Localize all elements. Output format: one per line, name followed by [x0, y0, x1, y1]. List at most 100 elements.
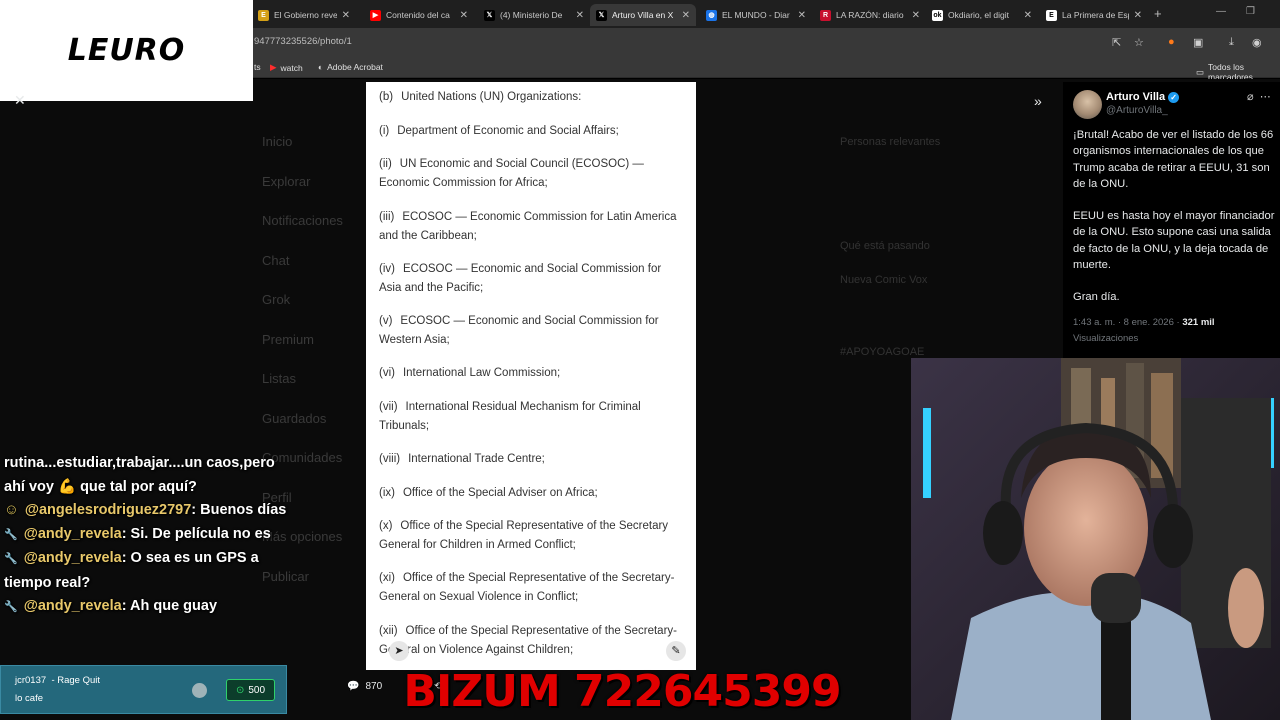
- close-tab-icon[interactable]: ✕: [576, 10, 584, 21]
- chat-message: 🔧 @andy_revela: O sea es un GPS a tiempo …: [4, 547, 294, 595]
- background-nav-item: Premium: [262, 331, 315, 347]
- item-text: United Nations (UN) Organizations:: [401, 91, 582, 103]
- chat-text: rutina...estudiar,trabajar....un caos,pe…: [4, 455, 275, 495]
- close-tab-icon[interactable]: ✕: [342, 10, 350, 21]
- item-text: ECOSOC — Economic Commission for Latin A…: [379, 211, 677, 242]
- tweet-photo[interactable]: (b) United Nations (UN) Organizations: (i)…: [366, 82, 696, 670]
- live-chat: rutina...estudiar,trabajar....un caos,pe…: [4, 452, 294, 620]
- bookmark-item[interactable]: ts: [254, 62, 261, 72]
- browser-tab[interactable]: R LA RAZÓN: diario ✕: [814, 4, 926, 26]
- grok-icon[interactable]: ⌀: [1247, 91, 1254, 103]
- tab-title: Contenido del ca: [386, 10, 450, 20]
- close-tab-icon[interactable]: ✕: [798, 10, 806, 21]
- tab-favicon-icon: ◍: [706, 9, 717, 21]
- item-text: International Law Commission;: [402, 367, 561, 379]
- browser-tab[interactable]: ▶ Contenido del ca ✕: [364, 4, 474, 26]
- logo-text: LEURO: [67, 33, 186, 68]
- close-tab-icon[interactable]: ✕: [912, 10, 920, 21]
- chat-badge-icon: ☺: [4, 502, 19, 518]
- chat-message: 🔧 @andy_revela: Si. De película no es: [4, 523, 294, 548]
- close-tab-icon[interactable]: ✕: [1134, 10, 1142, 21]
- points-badge: ⊙ 500: [226, 679, 275, 701]
- extension-icon[interactable]: ●: [1168, 36, 1175, 48]
- background-nav-item: Notificaciones: [262, 213, 343, 228]
- maximize-icon[interactable]: ❐: [1246, 6, 1255, 17]
- author-name[interactable]: Arturo Villa ✓: [1106, 91, 1180, 103]
- tweet-meta: 1:43 a. m. · 8 ene. 2026 · 321 mil: [1073, 317, 1215, 328]
- tab-favicon-icon: E: [258, 9, 269, 21]
- install-app-icon[interactable]: ⇱: [1112, 36, 1121, 49]
- webcam-feed: [911, 358, 1280, 720]
- extensions-puzzle-icon[interactable]: ▣: [1193, 36, 1203, 49]
- item-number: (x): [379, 520, 393, 532]
- background-nav-item: Inicio: [262, 134, 293, 149]
- expand-panel-icon[interactable]: »: [1034, 93, 1042, 109]
- chat-message: 🔧 @andy_revela: Ah que guay: [4, 595, 294, 620]
- browser-tab[interactable]: 𝕏 (4) Ministerio De ✕: [478, 4, 590, 26]
- browser-tab[interactable]: ok Okdiario, el digit ✕: [926, 4, 1038, 26]
- item-number: (xi): [379, 572, 395, 584]
- item-text: UN Economic and Social Council (ECOSOC) …: [379, 158, 644, 189]
- browser-tab[interactable]: ◍ EL MUNDO - Diar ✕: [700, 4, 812, 26]
- grok-edit-icon[interactable]: ✎: [666, 641, 686, 661]
- item-number: (vii): [379, 401, 398, 413]
- tweet-text: ¡Brutal! Acabo de ver el listado de los …: [1073, 127, 1277, 322]
- views-label: Visualizaciones: [1073, 333, 1139, 344]
- background-sidebar-text: Qué está pasando: [840, 240, 930, 252]
- chat-message: rutina...estudiar,trabajar....un caos,pe…: [4, 452, 294, 499]
- minimize-icon[interactable]: —: [1216, 6, 1226, 17]
- close-tab-icon[interactable]: ✕: [460, 10, 468, 21]
- document-list-item: (x) Office of the Special Representative …: [379, 517, 679, 554]
- item-number: (i): [379, 125, 390, 137]
- redeem-message: lo cafe: [15, 693, 43, 704]
- document-list-item: (vii) International Residual Mechanism fo…: [379, 398, 679, 435]
- more-options-icon[interactable]: ⋯: [1260, 91, 1271, 103]
- item-number: (v): [379, 315, 393, 327]
- webcam-image: [911, 358, 1280, 720]
- close-tab-icon[interactable]: ✕: [682, 10, 690, 21]
- document-list-item: (iii) ECOSOC — Economic Commission for La…: [379, 208, 679, 245]
- bookmark-watch[interactable]: ▶ watch: [270, 62, 303, 73]
- item-text: Office of the Special Representative of …: [379, 625, 677, 656]
- reply-count[interactable]: 💬 870: [347, 681, 382, 692]
- url-field[interactable]: 947773235526/photo/1: [254, 36, 352, 47]
- close-tab-icon[interactable]: ✕: [1024, 10, 1032, 21]
- background-sidebar-text: Nueva Comic Vox: [840, 274, 928, 286]
- item-text: Department of Economic and Social Affair…: [397, 125, 619, 137]
- close-photo-icon[interactable]: ✕: [14, 92, 26, 109]
- user-avatar: [192, 683, 207, 698]
- document-list-item: (iv) ECOSOC — Economic and Social Commiss…: [379, 260, 679, 297]
- item-text: Office of the Special Representative of …: [379, 520, 669, 551]
- chat-text: : Si. De película no es: [121, 525, 271, 542]
- background-nav-item: Listas: [262, 371, 296, 386]
- item-number: (iv): [379, 263, 395, 275]
- browser-tab[interactable]: 𝕏 Arturo Villa en X ✕: [590, 4, 696, 26]
- tab-title: EL MUNDO - Diar: [722, 10, 790, 20]
- author-avatar[interactable]: [1073, 90, 1102, 119]
- tab-favicon-icon: ok: [932, 9, 943, 21]
- document-list-item: (i) Department of Economic and Social Aff…: [379, 122, 679, 141]
- chat-username: @andy_revela: [23, 525, 122, 542]
- share-icon[interactable]: ➤: [389, 641, 409, 661]
- item-text: ECOSOC — Economic and Social Commission …: [379, 315, 659, 346]
- author-handle[interactable]: @ArturoVilla_: [1106, 105, 1168, 116]
- item-number: (ix): [379, 487, 395, 499]
- bizum-banner: BIZUM 722645399: [403, 665, 841, 717]
- new-tab-button[interactable]: +: [1154, 6, 1162, 21]
- bookmark-star-icon[interactable]: ☆: [1134, 36, 1144, 49]
- document-list-item: (ii) UN Economic and Social Council (ECOS…: [379, 155, 679, 192]
- document-list-item: (xi) Office of the Special Representative…: [379, 569, 679, 606]
- profile-avatar[interactable]: ◉: [1252, 36, 1262, 49]
- redeem-user: jcr0137 - Rage Quit: [15, 675, 101, 686]
- tab-favicon-icon: E: [1046, 9, 1057, 21]
- chat-badge-icon: 🔧: [4, 528, 18, 541]
- document-list-item: (ix) Office of the Special Adviser on Afr…: [379, 484, 679, 503]
- chat-badge-icon: 🔧: [4, 601, 18, 613]
- download-icon[interactable]: ⤓: [1229, 36, 1234, 49]
- browser-tab[interactable]: E La Primera de Esp ✕: [1040, 4, 1148, 26]
- chat-badge-icon: 🔧: [4, 553, 18, 565]
- browser-tab[interactable]: E El Gobierno reve ✕: [252, 4, 356, 26]
- points-icon: ⊙: [235, 684, 245, 696]
- channel-points-redeem: jcr0137 - Rage Quit lo cafe ⊙ 500: [0, 665, 287, 714]
- bookmark-adobe-acrobat[interactable]: ◐ Adobe Acrobat: [318, 62, 383, 72]
